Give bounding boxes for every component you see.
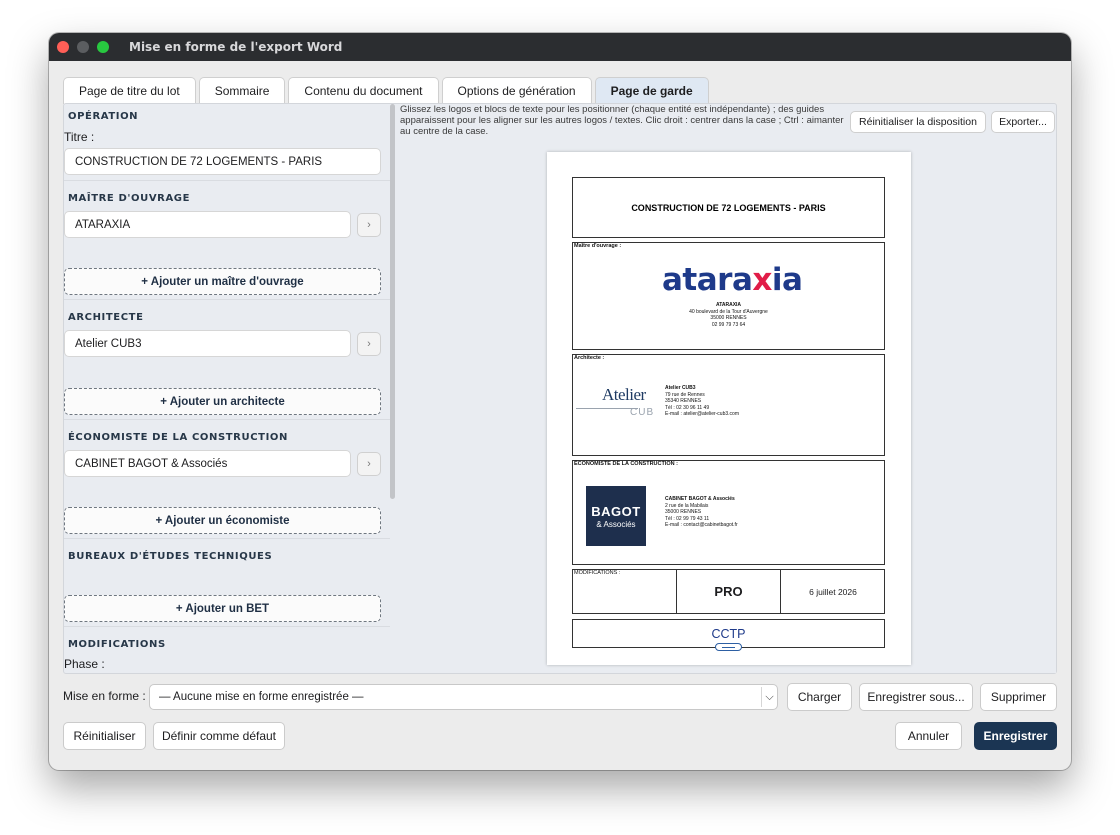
bagot-logo-text: BAGOT [591, 504, 641, 519]
section-divider [64, 180, 390, 181]
atelier-logo-text: Atelier [602, 385, 646, 404]
preview-moa-box[interactable]: Maître d'ouvrage : ataraxia ATARAXIA 40 … [572, 242, 885, 350]
architecte-chevron-right-icon[interactable]: › [357, 332, 381, 356]
preview-moa-address[interactable]: ATARAXIA 40 boulevard de la Tour d'Auver… [573, 302, 884, 328]
bet-heading: BUREAUX D'ÉTUDES TECHNIQUES [68, 551, 273, 562]
title-bar: Mise en forme de l'export Word [49, 33, 1071, 61]
moa-line-phone: 02 99 79 73 64 [711, 321, 746, 328]
add-economiste-button[interactable]: + Ajouter un économiste [64, 507, 381, 534]
preview-title-text: CONSTRUCTION DE 72 LOGEMENTS - PARIS [631, 202, 826, 213]
cub-logo-text: CUB [630, 407, 655, 418]
tab-sommaire[interactable]: Sommaire [198, 77, 286, 104]
tab-options[interactable]: Options de génération [441, 77, 592, 104]
minimize-window-button[interactable] [77, 41, 89, 53]
delete-preset-button[interactable]: Supprimer [980, 683, 1057, 711]
add-bet-button[interactable]: + Ajouter un BET [64, 595, 381, 622]
preview-doctype-text: CCTP [711, 626, 746, 641]
atelier-cub-logo[interactable]: Atelier CUB [576, 385, 658, 425]
preview-moa-label: Maître d'ouvrage : [574, 243, 622, 249]
preview-economiste-address[interactable]: CABINET BAGOT & Associés 2 rue de la Mab… [665, 496, 738, 529]
preview-modifications-box[interactable]: MODIFICATIONS : PRO 6 juillet 2026 [572, 569, 885, 614]
architecte-line-email: E-mail : atelier@atelier-cub3.com [665, 411, 739, 417]
preset-bar: Mise en forme : — Aucune mise en forme e… [49, 683, 1071, 711]
section-divider [64, 299, 390, 300]
add-moa-button[interactable]: + Ajouter un maître d'ouvrage [64, 268, 381, 295]
window-title: Mise en forme de l'export Word [129, 40, 343, 54]
preview-modifications-label: MODIFICATIONS : [574, 570, 621, 576]
preview-date: 6 juillet 2026 [809, 586, 857, 597]
export-dialog-window: Mise en forme de l'export Word Page de t… [49, 33, 1071, 770]
modifications-heading: MODIFICATIONS [68, 639, 166, 650]
preview-title-box[interactable]: CONSTRUCTION DE 72 LOGEMENTS - PARIS [572, 177, 885, 238]
economiste-line-email: E-mail : contact@cabinetbagot.fr [665, 522, 738, 528]
load-preset-button[interactable]: Charger [787, 683, 852, 711]
drag-handle-icon[interactable] [715, 643, 742, 651]
section-divider [64, 419, 390, 420]
entities-panel: OPÉRATION Titre : CONSTRUCTION DE 72 LOG… [64, 104, 390, 673]
moa-chevron-right-icon[interactable]: › [357, 213, 381, 237]
ataraxia-logo[interactable]: ataraxia [662, 263, 803, 297]
preset-select-value: — Aucune mise en forme enregistrée — [159, 691, 364, 703]
economiste-line-name: CABINET BAGOT & Associés [665, 496, 735, 502]
layout-hint: Glissez les logos et blocs de texte pour… [400, 104, 844, 137]
operation-title-field[interactable]: CONSTRUCTION DE 72 LOGEMENTS - PARIS [64, 148, 381, 175]
preview-economiste-box[interactable]: ÉCONOMISTE DE LA CONSTRUCTION : BAGOT & … [572, 460, 885, 565]
atelier-logo-line [576, 408, 638, 409]
set-default-button[interactable]: Définir comme défaut [153, 722, 285, 750]
title-label: Titre : [64, 130, 95, 144]
tab-page-de-garde[interactable]: Page de garde [594, 77, 709, 104]
tab-bar: Page de titre du lot Sommaire Contenu du… [63, 77, 709, 104]
moa-heading: MAÎTRE D'OUVRAGE [68, 193, 191, 204]
cancel-button[interactable]: Annuler [895, 722, 962, 750]
bagot-logo[interactable]: BAGOT & Associés [586, 486, 646, 546]
zoom-window-button[interactable] [97, 41, 109, 53]
associes-logo-text: & Associés [596, 520, 636, 529]
preview-economiste-label: ÉCONOMISTE DE LA CONSTRUCTION : [574, 461, 678, 467]
section-divider [64, 538, 390, 539]
economiste-field[interactable]: CABINET BAGOT & Associés [64, 450, 351, 477]
save-preset-as-button[interactable]: Enregistrer sous... [859, 683, 973, 711]
preset-select[interactable]: — Aucune mise en forme enregistrée — ⌵ [149, 684, 778, 710]
save-button[interactable]: Enregistrer [974, 722, 1057, 750]
chevron-down-icon[interactable]: ⌵ [761, 687, 777, 707]
section-divider [64, 626, 390, 627]
traffic-lights [57, 41, 109, 53]
tab-page-de-titre[interactable]: Page de titre du lot [63, 77, 196, 104]
operation-heading: OPÉRATION [68, 111, 139, 122]
add-architecte-button[interactable]: + Ajouter un architecte [64, 388, 381, 415]
preview-architecte-label: Architecte : [574, 355, 605, 361]
architecte-field[interactable]: Atelier CUB3 [64, 330, 351, 357]
close-window-button[interactable] [57, 41, 69, 53]
architecte-heading: ARCHITECTE [68, 312, 144, 323]
phase-label: Phase : [64, 657, 105, 671]
preview-architecte-address[interactable]: Atelier CUB3 79 rue de Rennes 35340 RENN… [665, 385, 739, 418]
export-button[interactable]: Exporter... [991, 111, 1055, 133]
reset-button[interactable]: Réinitialiser [63, 722, 146, 750]
reset-layout-button[interactable]: Réinitialiser la disposition [850, 111, 986, 133]
preview-phase: PRO [714, 584, 743, 599]
cover-page-preview: CONSTRUCTION DE 72 LOGEMENTS - PARIS Maî… [547, 152, 911, 665]
economiste-chevron-right-icon[interactable]: › [357, 452, 381, 476]
moa-field[interactable]: ATARAXIA [64, 211, 351, 238]
economiste-heading: ÉCONOMISTE DE LA CONSTRUCTION [68, 432, 288, 443]
preset-label: Mise en forme : [63, 689, 146, 703]
tab-contenu[interactable]: Contenu du document [288, 77, 439, 104]
preview-architecte-box[interactable]: Architecte : Atelier CUB Atelier CUB3 79… [572, 354, 885, 456]
tab-content: OPÉRATION Titre : CONSTRUCTION DE 72 LOG… [63, 103, 1057, 674]
left-panel-scrollbar[interactable] [390, 104, 395, 499]
